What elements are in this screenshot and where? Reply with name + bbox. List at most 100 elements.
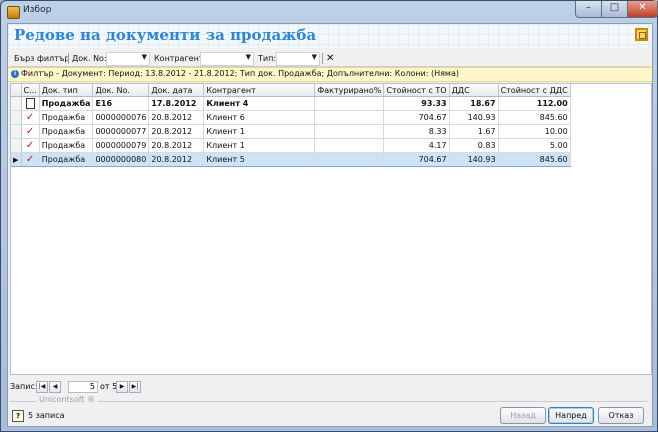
app-icon (7, 6, 20, 19)
cell-value: 8.33 (383, 124, 450, 139)
cell-value: 704.67 (383, 152, 450, 167)
checkmark-icon: ✓ (21, 138, 40, 153)
type-combo[interactable]: ▼ (276, 52, 320, 66)
close-button[interactable]: ✕ (627, 1, 658, 18)
cell-vat: 0.83 (449, 138, 499, 153)
help-icon[interactable]: ? (12, 410, 24, 422)
doc-no-label: Док. No: (72, 54, 107, 63)
cell-doc-date: 20.8.2012 (148, 138, 205, 153)
quick-filter-button[interactable]: Бърз филтър (14, 52, 70, 65)
cell-vat: 18.67 (449, 96, 499, 111)
last-record-button[interactable]: ▶| (129, 381, 141, 393)
record-navigator: Запис: |◀ ◀ 5 от 5 ▶ ▶| (8, 380, 652, 394)
cell-value: 93.33 (383, 96, 450, 111)
column-header-vat[interactable]: ДДС (449, 84, 499, 97)
brand-label: Unicontsoft ® (36, 395, 99, 404)
cell-doc-date: 20.8.2012 (148, 124, 205, 139)
info-icon: i (11, 70, 19, 78)
cell-invoiced (314, 152, 385, 167)
previous-record-button[interactable]: ◀ (49, 381, 61, 393)
table-row[interactable]: Продажба E16 17.8.2012 Клиент 4 93.33 18.67 11… (11, 96, 571, 111)
cell-invoiced (314, 124, 385, 139)
records-count: 5 записа (28, 411, 65, 420)
chevron-down-icon: ▼ (311, 53, 317, 61)
column-header-partner[interactable]: Контрагент (203, 84, 316, 97)
row-indicator[interactable]: ▶ (11, 152, 22, 167)
checkmark-icon: ✓ (21, 152, 40, 167)
cell-invoiced (314, 96, 385, 111)
table-row[interactable]: ▶ ✓ Продажба 0000000080 20.8.2012 Клиент 5 704… (11, 152, 571, 167)
row-indicator[interactable] (11, 110, 22, 125)
first-record-button[interactable]: |◀ (36, 381, 48, 393)
cell-doc-type: Продажба (39, 138, 94, 153)
cell-doc-type: Продажба (39, 152, 94, 167)
clear-filter-icon[interactable]: ✕ (326, 52, 334, 65)
cell-doc-date: 17.8.2012 (148, 96, 205, 111)
results-grid[interactable]: С... Док. тип Док. No. Док. дата Контраг… (10, 83, 652, 375)
record-count-label: от 5 (100, 382, 118, 391)
cell-doc-type: Продажба (39, 110, 94, 125)
column-header-status[interactable]: С... (21, 84, 40, 97)
cell-doc-date: 20.8.2012 (148, 152, 205, 167)
doc-no-combo[interactable]: ▼ (106, 52, 150, 66)
dialog-header: Редове на документи за продажба (8, 24, 652, 48)
next-button[interactable]: Напред (548, 407, 594, 424)
filter-toolbar: Бърз филтър Док. No: ▼ Контрагент: ▼ Тип… (10, 51, 650, 67)
checkmark-icon: ✓ (21, 124, 40, 139)
toolbar-separator (322, 53, 323, 64)
table-header-row: С... Док. тип Док. No. Док. дата Контраг… (11, 84, 571, 97)
cell-total: 845.60 (498, 110, 571, 125)
row-indicator[interactable] (11, 96, 22, 111)
cell-value: 704.67 (383, 110, 450, 125)
cell-doc-no: 0000000080 (92, 152, 150, 167)
cell-partner: Клиент 5 (203, 152, 316, 167)
title-bar[interactable]: Избор – □ ✕ (1, 1, 658, 23)
page-title: Редове на документи за продажба (14, 26, 317, 44)
row-indicator-header (11, 84, 22, 97)
chevron-down-icon: ▼ (245, 53, 251, 61)
row-indicator[interactable] (11, 138, 22, 153)
partner-label: Контрагент: (154, 54, 207, 63)
cancel-button[interactable]: Отказ (598, 407, 644, 424)
column-header-doc-no[interactable]: Док. No. (92, 84, 150, 97)
filter-info-bar: i Филтър - Документ: Период: 13.8.2012 -… (8, 67, 652, 82)
maximize-button[interactable]: □ (601, 1, 628, 18)
cell-doc-no: 0000000077 (92, 124, 150, 139)
cell-partner: Клиент 4 (203, 96, 316, 111)
current-record-input[interactable]: 5 (68, 381, 98, 393)
window-restore-icon[interactable] (635, 28, 648, 41)
filter-text: Филтър - Документ: Период: 13.8.2012 - 2… (21, 69, 459, 78)
footer-divider (10, 401, 648, 402)
results-table: С... Док. тип Док. No. Док. дата Контраг… (11, 84, 571, 167)
table-row[interactable]: ✓ Продажба 0000000079 20.8.2012 Клиент 1 4.17… (11, 138, 571, 153)
cell-invoiced (314, 110, 385, 125)
document-icon (21, 96, 40, 111)
table-row[interactable]: ✓ Продажба 0000000077 20.8.2012 Клиент 1 8.33… (11, 124, 571, 139)
cell-doc-type: Продажба (39, 96, 94, 111)
dialog-window: Избор – □ ✕ Редове на документи за прода… (0, 0, 658, 432)
dialog-content: Редове на документи за продажба Бърз фил… (7, 23, 653, 427)
cell-vat: 140.93 (449, 152, 499, 167)
cell-invoiced (314, 138, 385, 153)
table-row[interactable]: ✓ Продажба 0000000076 20.8.2012 Клиент 6 704.… (11, 110, 571, 125)
next-record-button[interactable]: ▶ (116, 381, 128, 393)
type-label: Тип: (258, 54, 277, 63)
cell-value: 4.17 (383, 138, 450, 153)
cell-total: 112.00 (498, 96, 571, 111)
cell-vat: 140.93 (449, 110, 499, 125)
window-title: Избор (23, 5, 52, 15)
column-header-doc-type[interactable]: Док. тип (39, 84, 94, 97)
column-header-doc-date[interactable]: Док. дата (148, 84, 205, 97)
back-button[interactable]: Назад (500, 407, 546, 424)
partner-combo[interactable]: ▼ (200, 52, 254, 66)
column-header-total[interactable]: Стойност с ДДС (498, 84, 571, 97)
column-header-value[interactable]: Стойност с ТО (383, 84, 450, 97)
cell-partner: Клиент 1 (203, 138, 316, 153)
cell-doc-no: 0000000079 (92, 138, 150, 153)
column-header-invoiced[interactable]: Фактурирано% (314, 84, 385, 97)
cell-doc-no: E16 (92, 96, 150, 111)
checkmark-icon: ✓ (21, 110, 40, 125)
minimize-button[interactable]: – (575, 1, 602, 18)
row-indicator[interactable] (11, 124, 22, 139)
record-label: Запис: (10, 382, 38, 391)
